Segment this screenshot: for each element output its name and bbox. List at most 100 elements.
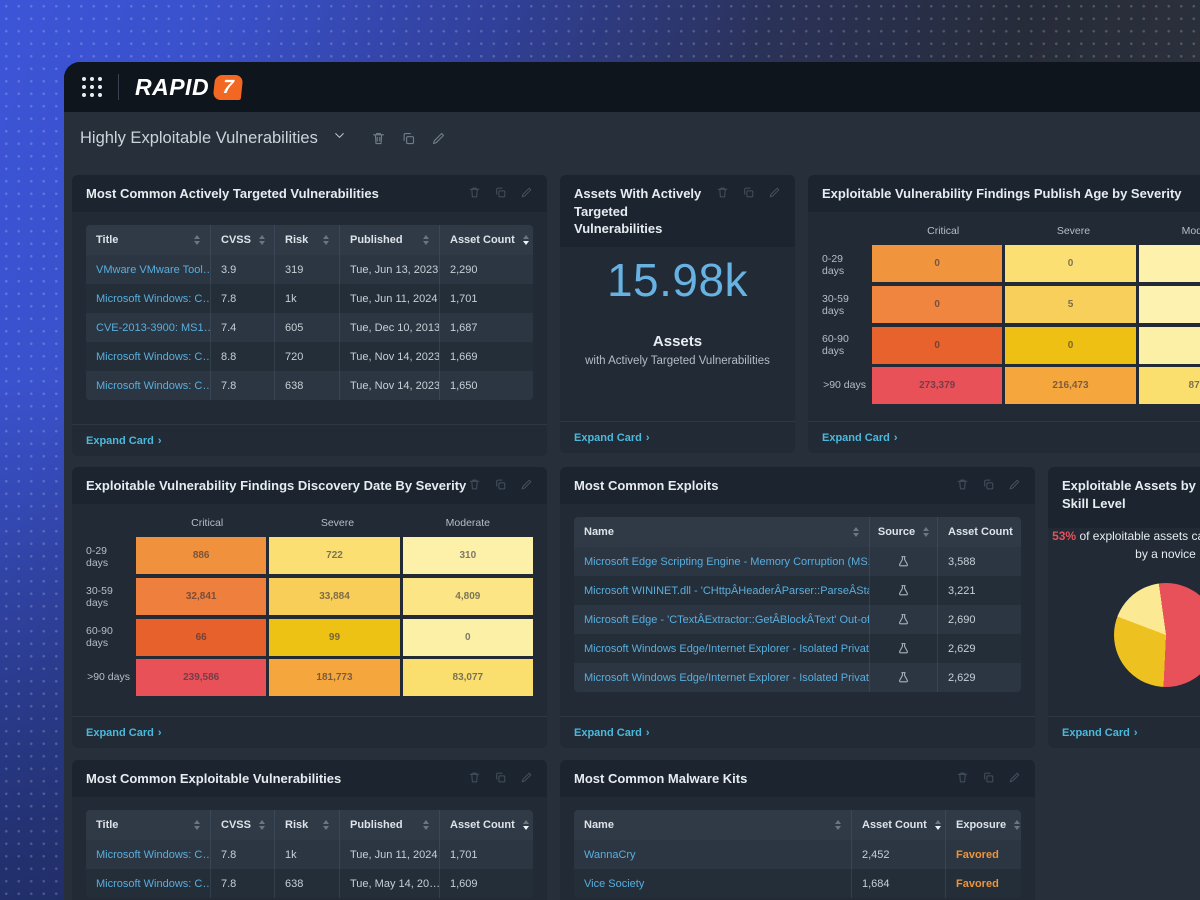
column-header[interactable]: Name [574, 517, 869, 547]
edit-icon[interactable] [520, 186, 533, 199]
heatmap-cell[interactable]: 0 [1139, 245, 1200, 282]
trash-icon[interactable] [956, 478, 969, 491]
vuln-title-link[interactable]: CVE-2013-3900: MS1… [86, 313, 210, 342]
expand-card-link[interactable]: Expand Card› [86, 435, 162, 447]
table-row[interactable]: Microsoft Edge - 'CTextÂExtractor::GetÂB… [574, 605, 1021, 634]
heatmap-cell[interactable]: 33,884 [269, 578, 399, 615]
expand-card-link[interactable]: Expand Card› [574, 432, 650, 444]
heatmap-cell[interactable]: 0 [872, 245, 1002, 282]
edit-icon[interactable] [768, 186, 781, 199]
table-row[interactable]: Microsoft Windows: C… 8.8 720 Tue, Nov 1… [86, 342, 533, 371]
heatmap-cell[interactable]: 216,473 [1005, 367, 1135, 404]
vuln-title-link[interactable]: Microsoft Windows: C… [86, 371, 210, 400]
edit-icon[interactable] [1008, 771, 1021, 784]
vuln-title-link[interactable]: Microsoft Windows: C… [86, 869, 210, 898]
app-switcher-icon[interactable] [82, 77, 102, 97]
column-header[interactable]: Title [86, 225, 210, 255]
trash-icon[interactable] [468, 186, 481, 199]
vuln-title-link[interactable]: Microsoft Windows: C… [86, 284, 210, 313]
duplicate-icon[interactable] [494, 478, 507, 491]
column-header[interactable]: Published [339, 810, 439, 840]
heatmap-cell[interactable]: 239,586 [136, 659, 266, 696]
trash-icon[interactable] [956, 771, 969, 784]
edit-icon[interactable] [1008, 478, 1021, 491]
duplicate-icon[interactable] [494, 771, 507, 784]
expand-card-link[interactable]: Expand Card› [1062, 727, 1138, 739]
duplicate-icon[interactable] [742, 186, 755, 199]
heatmap-cell[interactable]: 83,077 [403, 659, 533, 696]
malware-name-link[interactable]: WannaCry [574, 840, 851, 869]
column-header[interactable]: Name [574, 810, 851, 840]
exploit-name-link[interactable]: Microsoft Edge - 'CTextÂExtractor::GetÂB… [574, 605, 869, 634]
expand-card-link[interactable]: Expand Card› [574, 727, 650, 739]
trash-icon[interactable] [468, 478, 481, 491]
table-row[interactable]: Microsoft Windows: C… 7.8 1k Tue, Jun 11… [86, 284, 533, 313]
heatmap-cell[interactable]: 0 [1005, 245, 1135, 282]
table-row[interactable]: Microsoft Windows: C… 7.8 1k Tue, Jun 11… [86, 840, 533, 869]
edit-icon[interactable] [520, 771, 533, 784]
malware-name-link[interactable]: Vice Society [574, 869, 851, 898]
heatmap-grid: 000050000273,379216,47387,877 [872, 245, 1200, 405]
expand-card-link[interactable]: Expand Card› [86, 727, 162, 739]
skill-level-pie-chart[interactable] [1114, 583, 1200, 687]
table-row[interactable]: VMware VMware Tool… 3.9 319 Tue, Jun 13,… [86, 255, 533, 284]
edit-icon[interactable] [520, 478, 533, 491]
heatmap-cell[interactable]: 0 [403, 619, 533, 656]
column-header[interactable]: Published [339, 225, 439, 255]
heatmap-cell[interactable]: 0 [872, 327, 1002, 364]
duplicate-icon[interactable] [982, 771, 995, 784]
column-header[interactable]: Risk [274, 225, 339, 255]
heatmap-cell[interactable]: 273,379 [872, 367, 1002, 404]
expand-card-link[interactable]: Expand Card› [822, 432, 898, 444]
duplicate-icon[interactable] [982, 478, 995, 491]
heatmap-cell[interactable]: 87,877 [1139, 367, 1200, 404]
heatmap-cell[interactable]: 66 [136, 619, 266, 656]
heatmap-cell[interactable]: 4,809 [403, 578, 533, 615]
edit-icon[interactable] [431, 131, 446, 146]
table-row[interactable]: Microsoft WININET.dll - 'CHttpÂHeaderÂPa… [574, 576, 1021, 605]
duplicate-icon[interactable] [401, 131, 416, 146]
column-header[interactable]: CVSS [210, 225, 274, 255]
exploit-name-link[interactable]: Microsoft WININET.dll - 'CHttpÂHeaderÂPa… [574, 576, 869, 605]
heatmap-cell[interactable]: 310 [403, 537, 533, 574]
table-row[interactable]: Microsoft Windows: C… 7.8 638 Tue, May 1… [86, 869, 533, 898]
heatmap-cell[interactable]: 32,841 [136, 578, 266, 615]
table-row[interactable]: CVE-2013-3900: MS1… 7.4 605 Tue, Dec 10,… [86, 313, 533, 342]
heatmap-cell[interactable]: 0 [1139, 286, 1200, 323]
column-header[interactable]: Exposure [945, 810, 1021, 840]
vuln-title-link[interactable]: VMware VMware Tool… [86, 255, 210, 284]
heatmap-cell[interactable]: 886 [136, 537, 266, 574]
chevron-down-icon[interactable] [332, 128, 347, 148]
trash-icon[interactable] [371, 131, 386, 146]
column-header[interactable]: Asset Count [851, 810, 945, 840]
trash-icon[interactable] [468, 771, 481, 784]
heatmap-cell[interactable]: 0 [1139, 327, 1200, 364]
heatmap-cell[interactable]: 0 [872, 286, 1002, 323]
vuln-title-link[interactable]: Microsoft Windows: C… [86, 840, 210, 869]
exploit-name-link[interactable]: Microsoft Windows Edge/Internet Explorer… [574, 634, 869, 663]
heatmap-cell[interactable]: 99 [269, 619, 399, 656]
column-header[interactable]: Source [869, 517, 937, 547]
table-row[interactable]: Microsoft Edge Scripting Engine - Memory… [574, 547, 1021, 576]
heatmap-cell[interactable]: 5 [1005, 286, 1135, 323]
heatmap-cell[interactable]: 181,773 [269, 659, 399, 696]
table-row[interactable]: Vice Society 1,684 Favored [574, 869, 1021, 898]
sort-arrows-icon [251, 820, 265, 830]
table-row[interactable]: WannaCry 2,452 Favored [574, 840, 1021, 869]
table-row[interactable]: Microsoft Windows Edge/Internet Explorer… [574, 634, 1021, 663]
exploit-name-link[interactable]: Microsoft Windows Edge/Internet Explorer… [574, 663, 869, 692]
column-header[interactable]: Title [86, 810, 210, 840]
column-header[interactable]: CVSS [210, 810, 274, 840]
table-row[interactable]: Microsoft Windows Edge/Internet Explorer… [574, 663, 1021, 692]
trash-icon[interactable] [716, 186, 729, 199]
exploit-name-link[interactable]: Microsoft Edge Scripting Engine - Memory… [574, 547, 869, 576]
column-header[interactable]: Asset Count [937, 517, 1021, 547]
column-header[interactable]: Asset Count [439, 810, 533, 840]
heatmap-cell[interactable]: 722 [269, 537, 399, 574]
vuln-title-link[interactable]: Microsoft Windows: C… [86, 342, 210, 371]
table-row[interactable]: Microsoft Windows: C… 7.8 638 Tue, Nov 1… [86, 371, 533, 400]
duplicate-icon[interactable] [494, 186, 507, 199]
column-header[interactable]: Risk [274, 810, 339, 840]
heatmap-cell[interactable]: 0 [1005, 327, 1135, 364]
column-header[interactable]: Asset Count [439, 225, 533, 255]
